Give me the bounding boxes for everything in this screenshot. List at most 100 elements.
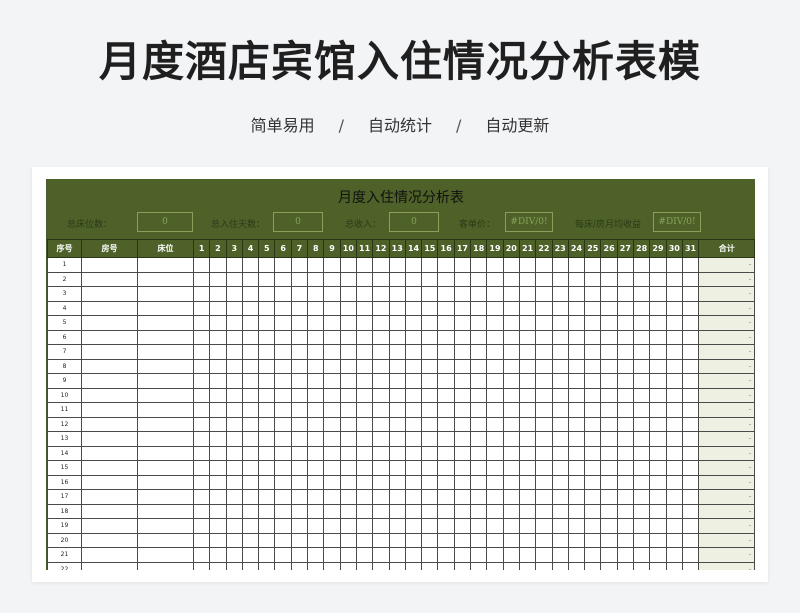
day-cell[interactable] (192, 387, 211, 403)
day-cell[interactable] (209, 547, 227, 563)
day-cell[interactable] (518, 402, 537, 418)
day-cell[interactable] (502, 344, 520, 360)
day-cell[interactable] (535, 300, 553, 316)
room-cell[interactable] (81, 445, 138, 461)
day-cell[interactable] (225, 518, 243, 534)
day-cell[interactable] (681, 402, 700, 418)
day-cell[interactable] (518, 257, 537, 273)
day-cell[interactable] (600, 286, 618, 302)
day-cell[interactable] (616, 358, 635, 374)
day-cell[interactable] (665, 445, 683, 461)
day-cell[interactable] (209, 387, 227, 403)
day-cell[interactable] (502, 387, 520, 403)
day-cell[interactable] (649, 518, 667, 534)
day-cell[interactable] (453, 402, 472, 418)
day-cell[interactable] (290, 329, 309, 345)
day-cell[interactable] (681, 271, 700, 287)
day-cell[interactable] (274, 474, 292, 490)
day-cell[interactable] (339, 431, 357, 447)
day-cell[interactable] (290, 532, 309, 548)
day-cell[interactable] (437, 489, 455, 505)
day-cell[interactable] (665, 460, 683, 476)
day-cell[interactable] (241, 402, 260, 418)
day-cell[interactable] (241, 271, 260, 287)
day-cell[interactable] (633, 489, 651, 505)
day-cell[interactable] (633, 358, 651, 374)
day-cell[interactable] (421, 460, 439, 476)
day-cell[interactable] (307, 271, 325, 287)
day-cell[interactable] (209, 445, 227, 461)
day-cell[interactable] (258, 460, 276, 476)
day-cell[interactable] (258, 402, 276, 418)
day-cell[interactable] (470, 547, 488, 563)
day-cell[interactable] (649, 257, 667, 273)
day-cell[interactable] (209, 286, 227, 302)
day-cell[interactable] (681, 547, 700, 563)
day-cell[interactable] (486, 271, 504, 287)
day-cell[interactable] (486, 474, 504, 490)
room-cell[interactable] (81, 300, 138, 316)
day-cell[interactable] (290, 547, 309, 563)
day-cell[interactable] (665, 561, 683, 570)
day-cell[interactable] (404, 300, 423, 316)
day-cell[interactable] (551, 257, 569, 273)
day-cell[interactable] (339, 300, 357, 316)
day-cell[interactable] (616, 489, 635, 505)
day-cell[interactable] (567, 373, 586, 389)
day-cell[interactable] (649, 561, 667, 570)
day-cell[interactable] (681, 373, 700, 389)
day-cell[interactable] (404, 329, 423, 345)
day-cell[interactable] (502, 460, 520, 476)
day-cell[interactable] (307, 431, 325, 447)
day-cell[interactable] (633, 532, 651, 548)
day-cell[interactable] (616, 300, 635, 316)
day-cell[interactable] (567, 445, 586, 461)
day-cell[interactable] (241, 373, 260, 389)
day-cell[interactable] (551, 431, 569, 447)
day-cell[interactable] (567, 460, 586, 476)
day-cell[interactable] (209, 431, 227, 447)
day-cell[interactable] (241, 416, 260, 432)
day-cell[interactable] (600, 315, 618, 331)
day-cell[interactable] (307, 532, 325, 548)
day-cell[interactable] (649, 460, 667, 476)
day-cell[interactable] (616, 460, 635, 476)
day-cell[interactable] (649, 344, 667, 360)
day-cell[interactable] (225, 402, 243, 418)
day-cell[interactable] (470, 358, 488, 374)
day-cell[interactable] (225, 286, 243, 302)
room-cell[interactable] (81, 286, 138, 302)
day-cell[interactable] (192, 547, 211, 563)
day-cell[interactable] (535, 257, 553, 273)
day-cell[interactable] (323, 358, 341, 374)
day-cell[interactable] (453, 286, 472, 302)
day-cell[interactable] (600, 387, 618, 403)
day-cell[interactable] (535, 474, 553, 490)
day-cell[interactable] (307, 547, 325, 563)
day-cell[interactable] (616, 257, 635, 273)
stat-value-monthly-revenue-per-bed[interactable]: #DIV/0! (653, 212, 701, 232)
day-cell[interactable] (421, 416, 439, 432)
day-cell[interactable] (404, 373, 423, 389)
day-cell[interactable] (584, 315, 602, 331)
day-cell[interactable] (665, 518, 683, 534)
day-cell[interactable] (551, 271, 569, 287)
day-cell[interactable] (453, 344, 472, 360)
day-cell[interactable] (486, 286, 504, 302)
day-cell[interactable] (274, 561, 292, 570)
day-cell[interactable] (470, 286, 488, 302)
room-cell[interactable] (81, 257, 138, 273)
day-cell[interactable] (633, 257, 651, 273)
day-cell[interactable] (274, 358, 292, 374)
day-cell[interactable] (355, 416, 374, 432)
day-cell[interactable] (323, 344, 341, 360)
day-cell[interactable] (584, 431, 602, 447)
day-cell[interactable] (453, 416, 472, 432)
day-cell[interactable] (616, 373, 635, 389)
day-cell[interactable] (633, 387, 651, 403)
day-cell[interactable] (616, 547, 635, 563)
day-cell[interactable] (339, 561, 357, 570)
day-cell[interactable] (323, 547, 341, 563)
day-cell[interactable] (258, 257, 276, 273)
day-cell[interactable] (225, 373, 243, 389)
